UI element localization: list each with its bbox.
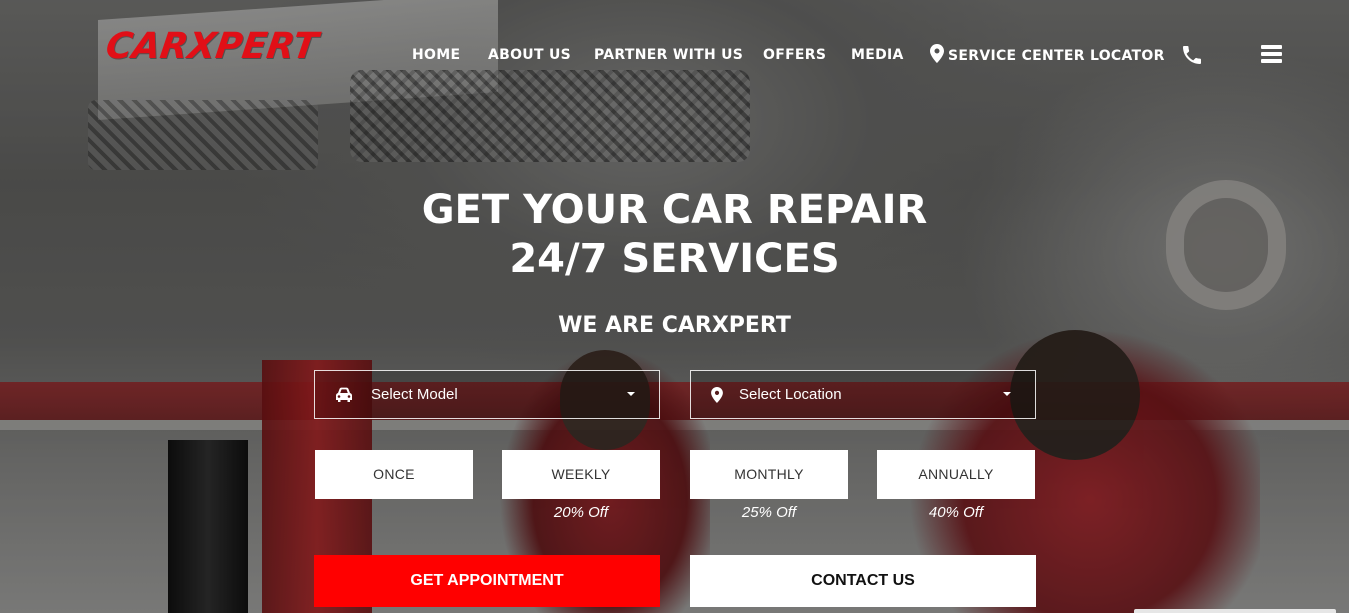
chevron-down-icon (1003, 392, 1011, 396)
plan-weekly-button[interactable]: WEEKLY (502, 450, 660, 499)
select-location-dropdown[interactable]: Select Location (690, 370, 1036, 419)
annually-discount-label: 40% Off (928, 504, 984, 521)
weekly-discount-label: 20% Off (553, 504, 609, 521)
plan-once-button[interactable]: ONCE (315, 450, 473, 499)
phone-icon[interactable] (1183, 46, 1201, 64)
map-pin-icon (711, 387, 723, 403)
nav-about-us[interactable]: ABOUT US (488, 44, 571, 66)
select-model-value: Select Model (371, 386, 458, 403)
hero-headline-line-1: GET YOUR CAR REPAIR (421, 187, 928, 233)
chevron-down-icon (627, 392, 635, 396)
contact-us-button[interactable]: CONTACT US (690, 555, 1036, 607)
nav-service-center-locator[interactable]: SERVICE CENTER LOCATOR (930, 44, 1165, 66)
hero-subheading: WE ARE CARXPERT (558, 313, 791, 338)
nav-offers[interactable]: OFFERS (763, 44, 826, 66)
plan-annually-button[interactable]: ANNUALLY (877, 450, 1035, 499)
plan-monthly-button[interactable]: MONTHLY (690, 450, 848, 499)
select-model-dropdown[interactable]: Select Model (314, 370, 660, 419)
hamburger-menu-icon[interactable] (1261, 45, 1282, 63)
carxpert-logo[interactable]: CARXPERT (102, 22, 359, 72)
nav-partner-with-us[interactable]: PARTNER WITH US (594, 44, 743, 66)
nav-service-center-locator-label: SERVICE CENTER LOCATOR (948, 48, 1165, 64)
chat-widget-tab[interactable] (1134, 609, 1336, 613)
hero-headline: GET YOUR CAR REPAIR 24/7 SERVICES (0, 186, 1349, 284)
map-pin-icon (930, 44, 944, 63)
select-location-value: Select Location (739, 386, 842, 403)
get-appointment-button[interactable]: GET APPOINTMENT (314, 555, 660, 607)
nav-media[interactable]: MEDIA (851, 44, 904, 66)
car-icon (336, 387, 352, 402)
site-header: CARXPERT HOME ABOUT US PARTNER WITH US O… (0, 0, 1349, 110)
nav-home[interactable]: HOME (412, 44, 460, 66)
hero-headline-line-2: 24/7 SERVICES (509, 236, 840, 282)
monthly-discount-label: 25% Off (741, 504, 797, 521)
